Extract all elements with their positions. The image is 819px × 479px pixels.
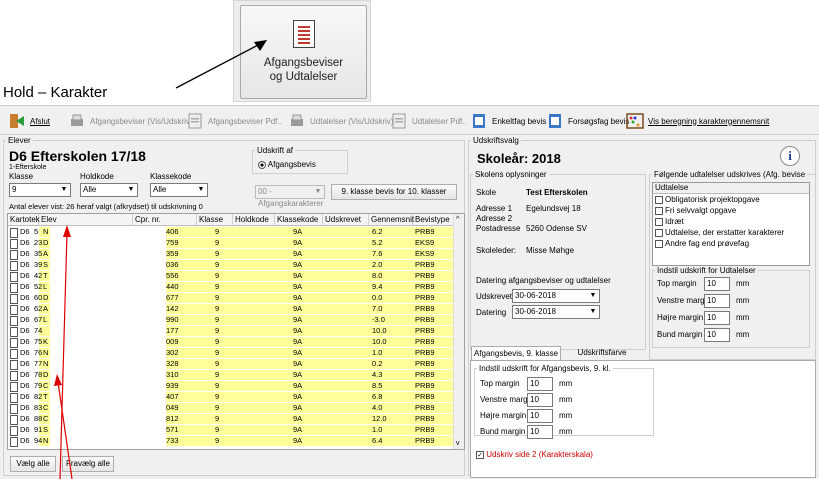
annotation-arrows-icon <box>54 225 73 479</box>
